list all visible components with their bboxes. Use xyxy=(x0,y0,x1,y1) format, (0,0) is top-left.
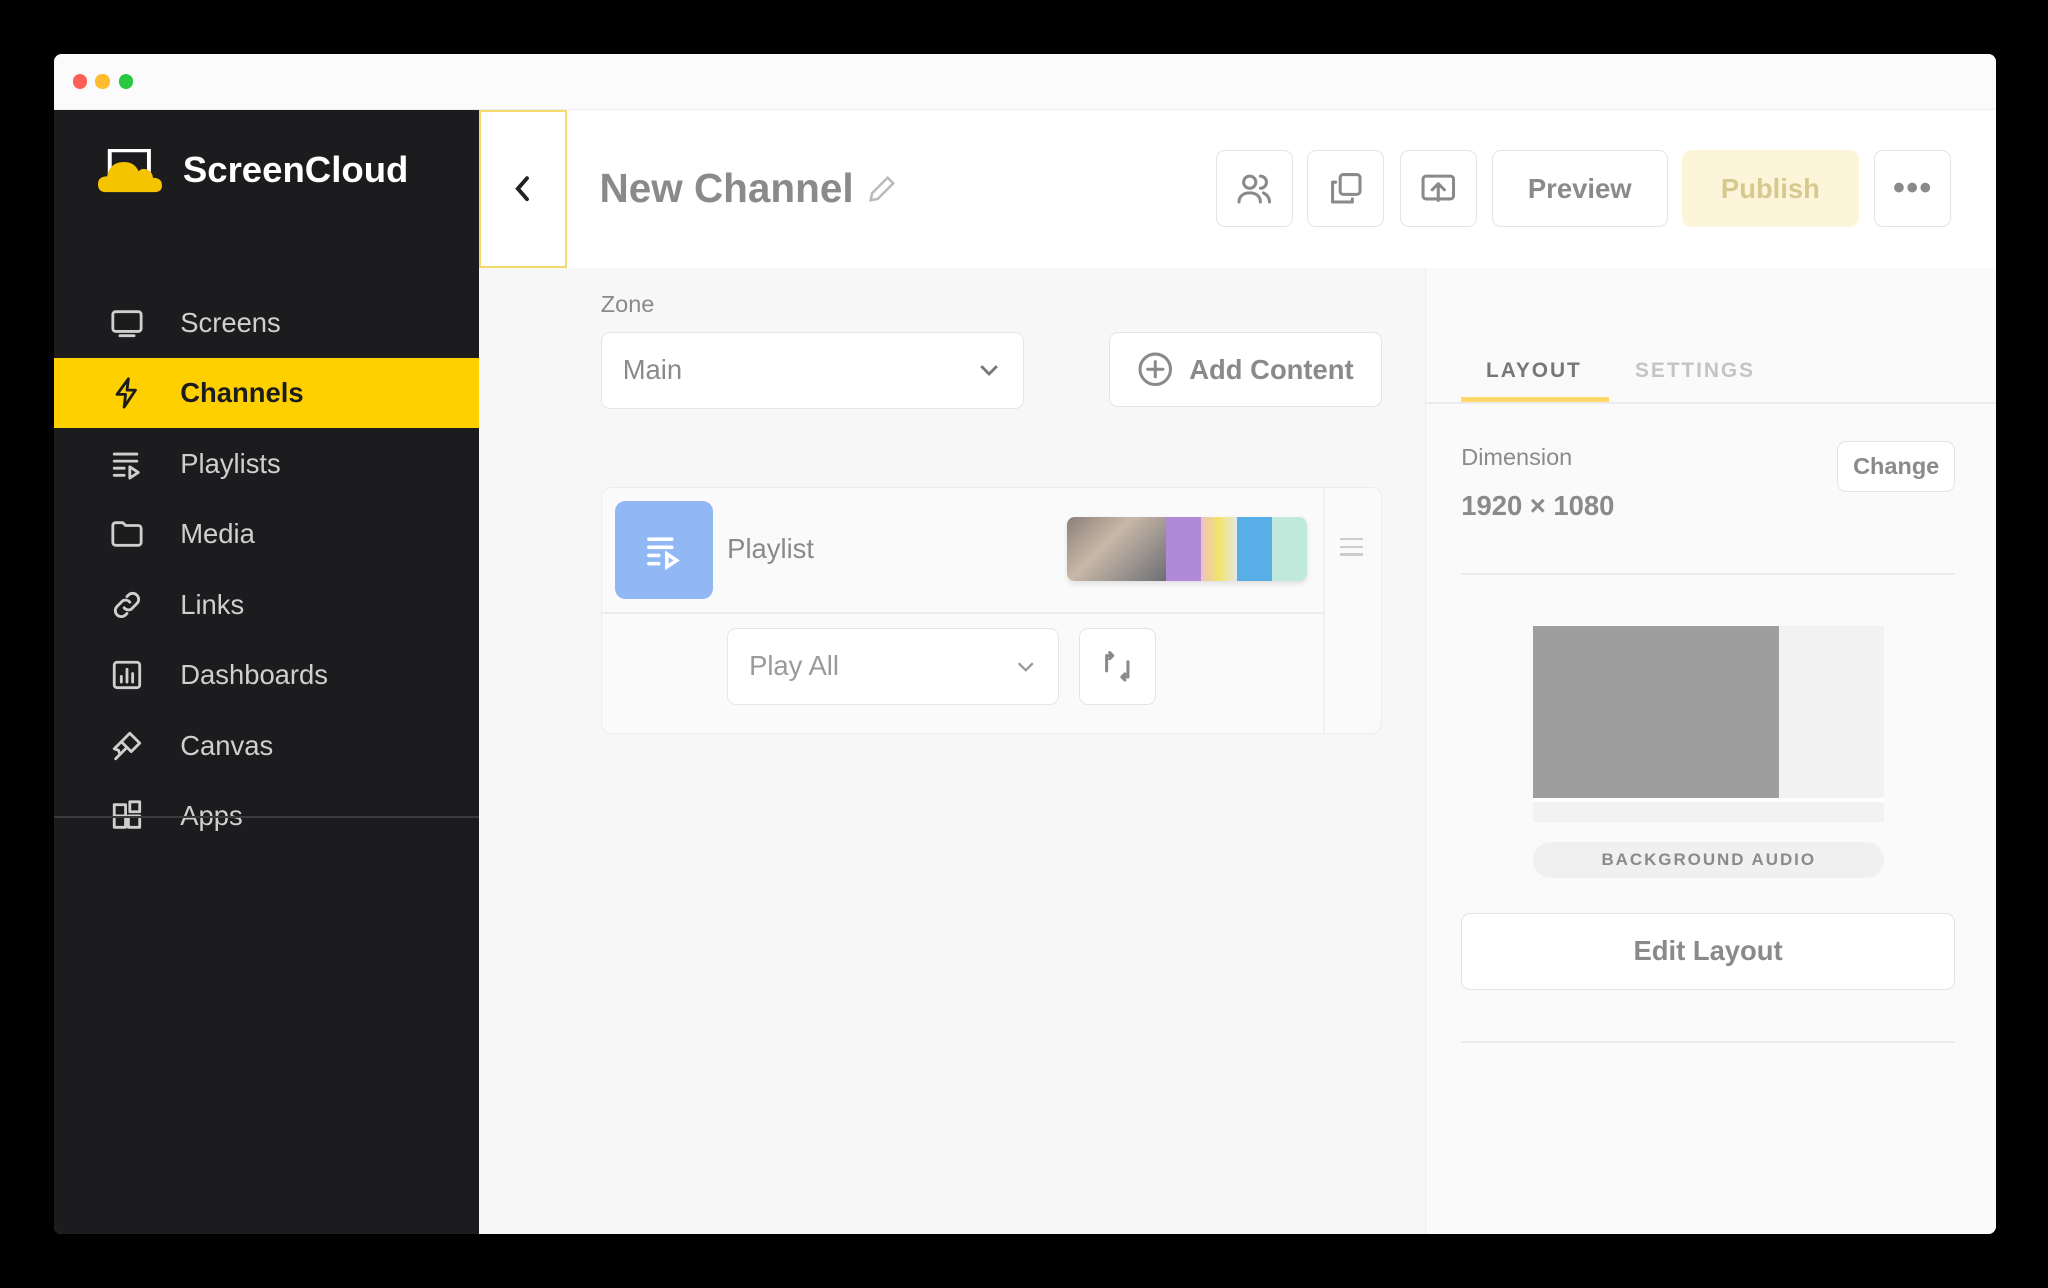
edit-title-pencil-icon[interactable] xyxy=(865,172,899,212)
play-mode-select[interactable]: Play All xyxy=(727,627,1059,705)
playlist-thumbnails xyxy=(1066,516,1308,581)
divider xyxy=(1461,1040,1955,1043)
thumbnail xyxy=(1066,516,1167,581)
dimension-value: 1920 × 1080 xyxy=(1461,489,1615,521)
sidebar-item-screens[interactable]: Screens xyxy=(54,287,480,358)
playlist-icon xyxy=(110,447,144,481)
layout-preview xyxy=(1533,625,1885,822)
sidebar-item-label: Canvas xyxy=(180,729,274,761)
divider xyxy=(1425,402,1996,405)
sidebar-item-links[interactable]: Links xyxy=(54,569,480,640)
back-button[interactable] xyxy=(479,109,567,268)
zone-label: Zone xyxy=(600,291,655,318)
sidebar-item-dashboards[interactable]: Dashboards xyxy=(54,640,480,711)
tab-layout[interactable]: LAYOUT xyxy=(1486,359,1582,383)
share-users-button[interactable] xyxy=(1215,150,1294,228)
sidebar-item-media[interactable]: Media xyxy=(54,499,480,570)
app-window: ScreenCloud Screens Channels Playlists M… xyxy=(53,53,1996,1235)
sidebar-item-playlists[interactable]: Playlists xyxy=(54,428,480,499)
chart-icon xyxy=(110,658,144,692)
screencloud-logo-icon xyxy=(97,148,163,199)
upload-screen-icon xyxy=(1421,174,1456,203)
close-window-button[interactable] xyxy=(73,74,88,89)
sidebar-item-label: Channels xyxy=(180,377,304,409)
minimize-window-button[interactable] xyxy=(95,74,110,89)
preview-button[interactable]: Preview xyxy=(1491,150,1668,228)
divider xyxy=(1533,798,1885,802)
maximize-window-button[interactable] xyxy=(118,74,134,89)
plus-circle-icon xyxy=(1138,352,1173,387)
thumbnail xyxy=(1166,516,1202,581)
sidebar-item-label: Media xyxy=(180,518,255,550)
loop-button[interactable] xyxy=(1078,627,1156,705)
folder-icon xyxy=(110,517,144,551)
add-content-button[interactable]: Add Content xyxy=(1108,331,1382,408)
users-icon xyxy=(1237,174,1272,204)
channel-header: New Channel Preview Publish ••• xyxy=(566,109,1996,268)
link-icon xyxy=(110,588,144,622)
chevron-down-icon xyxy=(980,365,998,377)
playlist-card[interactable]: Playlist Play All xyxy=(600,487,1382,736)
divider xyxy=(1322,488,1325,736)
play-mode-value: Play All xyxy=(749,650,839,682)
zone-select[interactable]: Main xyxy=(600,331,1024,409)
change-dimension-button[interactable]: Change xyxy=(1837,441,1955,493)
sidebar-item-label: Dashboards xyxy=(180,659,328,691)
zone-editor: Zone Main Add Content Playlist Play All xyxy=(479,267,1425,1235)
monitor-icon xyxy=(110,306,144,340)
thumbnail xyxy=(1271,516,1308,581)
chevron-left-icon xyxy=(515,176,529,202)
brush-icon xyxy=(110,729,144,763)
sidebar-item-canvas[interactable]: Canvas xyxy=(54,711,480,782)
sidebar: ScreenCloud Screens Channels Playlists M… xyxy=(53,109,480,1235)
background-audio-zone[interactable]: BACKGROUND AUDIO xyxy=(1533,842,1885,878)
sidebar-divider xyxy=(53,816,480,818)
more-options-button[interactable]: ••• xyxy=(1874,150,1952,228)
right-panel: LAYOUT SETTINGS Dimension 1920 × 1080 Ch… xyxy=(1424,267,1996,1235)
sidebar-item-label: Links xyxy=(180,588,245,620)
sidebar-item-channels[interactable]: Channels xyxy=(53,357,480,429)
cast-button[interactable] xyxy=(1400,150,1478,228)
sidebar-item-label: Screens xyxy=(180,306,281,338)
add-content-label: Add Content xyxy=(1189,353,1354,385)
repeat-icon xyxy=(1104,651,1130,682)
brand-name: ScreenCloud xyxy=(182,148,409,190)
duplicate-button[interactable] xyxy=(1307,150,1385,228)
zone-value: Main xyxy=(622,354,683,386)
title-bar xyxy=(53,53,1996,110)
dimension-label: Dimension xyxy=(1461,444,1573,471)
publish-button[interactable]: Publish xyxy=(1682,150,1859,228)
thumbnail xyxy=(1201,516,1237,581)
chevron-down-icon xyxy=(1017,662,1034,672)
playlist-name: Playlist xyxy=(727,532,814,564)
copy-icon xyxy=(1330,173,1362,204)
divider xyxy=(601,612,1323,615)
main-zone-preview xyxy=(1533,625,1779,799)
lightning-icon xyxy=(110,376,144,410)
page-title: New Channel xyxy=(599,164,854,211)
edit-layout-button[interactable]: Edit Layout xyxy=(1461,912,1955,991)
tab-settings[interactable]: SETTINGS xyxy=(1635,359,1755,383)
sidebar-item-label: Playlists xyxy=(180,447,281,479)
thumbnail xyxy=(1236,516,1272,581)
divider xyxy=(1461,573,1955,576)
drag-handle-icon[interactable] xyxy=(1339,537,1364,557)
more-icon: ••• xyxy=(1893,169,1933,208)
playlist-icon xyxy=(614,501,713,600)
